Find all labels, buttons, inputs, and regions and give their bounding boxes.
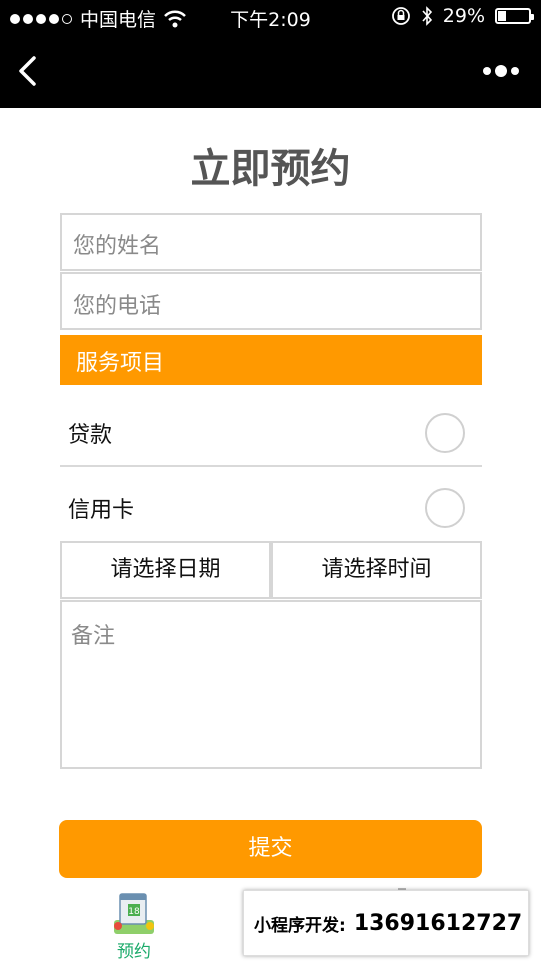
phone-input[interactable]: 您的电话 <box>60 272 482 330</box>
more-dots-icon[interactable] <box>481 62 521 80</box>
date-picker[interactable]: 请选择日期 <box>60 541 271 599</box>
service-option-label: 信用卡 <box>68 498 135 523</box>
bluetooth-icon <box>422 6 432 26</box>
name-placeholder: 您的姓名 <box>73 234 162 259</box>
chevron-left-icon[interactable] <box>14 54 44 88</box>
phone-placeholder: 您的电话 <box>73 294 162 319</box>
status-bar: 中国电信 下午2:09 29% <box>0 0 541 34</box>
service-option-label: 贷款 <box>68 423 113 448</box>
svg-text:18: 18 <box>128 907 140 917</box>
page-title: 立即预约 <box>190 146 351 192</box>
service-section-header: 服务项目 <box>60 335 482 385</box>
remark-textarea[interactable]: 备注 <box>60 600 482 769</box>
banner-phone: 13691612727 <box>353 910 523 936</box>
radio-button[interactable] <box>425 488 465 528</box>
orientation-lock-icon <box>391 7 410 25</box>
service-option-credit-card[interactable]: 信用卡 <box>60 468 482 540</box>
name-input[interactable]: 您的姓名 <box>60 213 482 271</box>
banner-label: 小程序开发: <box>254 915 346 936</box>
service-option-loan[interactable]: 贷款 <box>60 393 482 467</box>
remark-placeholder: 备注 <box>71 624 116 649</box>
nav-bar <box>0 34 541 108</box>
submit-button[interactable]: 提交 <box>59 820 482 878</box>
calendar-icon[interactable]: 18 <box>108 890 160 938</box>
tab-booking[interactable]: 预约 <box>100 937 168 962</box>
status-right: 29% <box>391 5 534 27</box>
radio-button[interactable] <box>425 413 465 453</box>
time-picker[interactable]: 请选择时间 <box>271 541 482 599</box>
contact-banner: 小程序开发: 13691612727 <box>243 890 529 956</box>
battery-icon <box>495 8 534 24</box>
battery-percent: 29% <box>442 5 485 27</box>
